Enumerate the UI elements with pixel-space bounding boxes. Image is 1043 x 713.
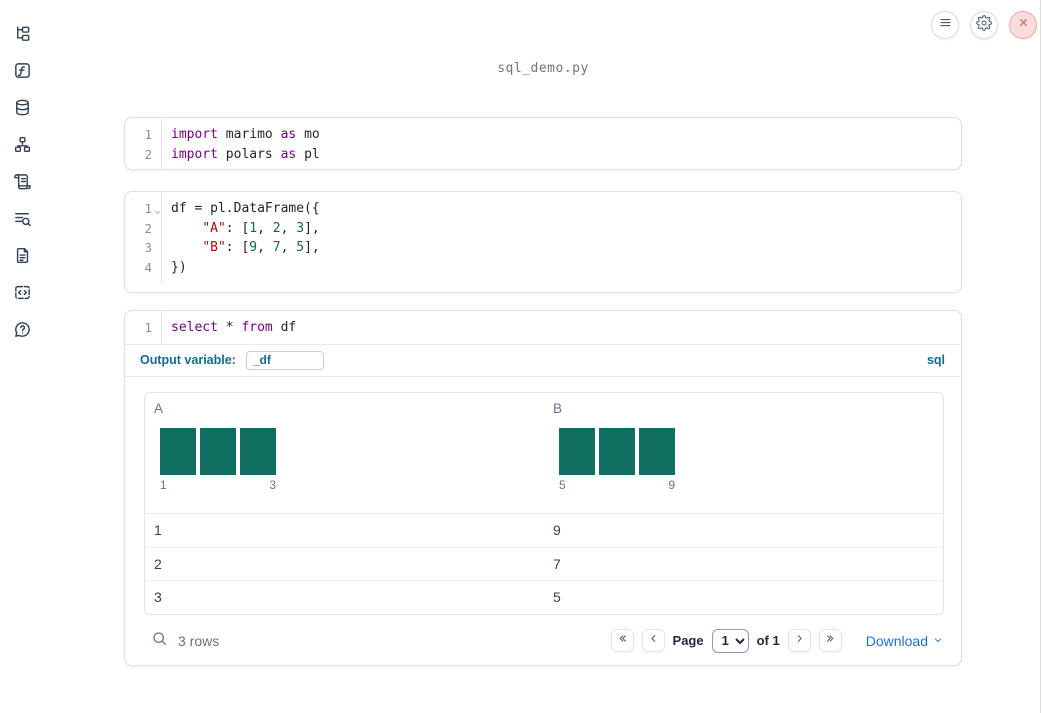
line-number: 1 [125, 199, 161, 219]
sidebar-item-file-tree[interactable] [12, 23, 32, 43]
code-line[interactable]: 3 "B": [9, 7, 5], [125, 238, 961, 258]
scrollbar-track[interactable] [1040, 0, 1041, 713]
histogram-bar [160, 427, 196, 475]
table-cell: 7 [553, 555, 561, 572]
table-column-A: A13 [145, 393, 544, 513]
table-body: 192735 [145, 514, 943, 613]
table-row[interactable]: 27 [145, 546, 943, 580]
cell-output-area: A13B59 192735 3 rows Page 1 of 1 Downloa… [125, 377, 961, 665]
column-header-label[interactable]: A [154, 401, 544, 416]
histogram-bar [240, 427, 276, 475]
code-line[interactable]: 4}) [125, 258, 961, 278]
code-editor[interactable]: 1 df = pl.DataFrame({2 "A": [1, 2, 3], 3 "… [125, 192, 961, 283]
chevrons-left-icon [616, 632, 629, 650]
sidebar-item-database[interactable] [12, 97, 32, 117]
chevron-down-icon [932, 633, 944, 649]
code-editor[interactable]: 1 import marimo as mo 2 import polars as pl [125, 118, 961, 170]
sidebar-item-snippets[interactable] [12, 282, 32, 302]
sidebar-item-document[interactable] [12, 245, 32, 265]
settings-button[interactable] [970, 11, 998, 39]
histogram-max-label: 9 [668, 477, 675, 492]
code-line[interactable]: 1 select * from df [125, 318, 961, 338]
close-icon [1017, 16, 1030, 34]
sidebar-item-dependency-graph[interactable] [12, 134, 32, 154]
output-variable-input[interactable] [245, 350, 324, 370]
column-histogram[interactable]: 13 [160, 427, 276, 492]
page-of-label: of 1 [756, 633, 780, 648]
sql-cell[interactable]: 1select * from df Output variable: sql A… [124, 310, 962, 666]
last-page-button[interactable] [818, 629, 842, 652]
histogram-bar [200, 427, 236, 475]
line-number: 1 [144, 320, 152, 335]
table-cell: 5 [553, 588, 561, 605]
table-row[interactable]: 35 [145, 579, 943, 613]
column-histogram[interactable]: 59 [559, 427, 675, 492]
sql-editor[interactable]: 1 select * from df [125, 311, 961, 344]
table-column-B: B59 [544, 393, 943, 513]
histogram-bar [639, 427, 675, 475]
table-row[interactable]: 19 [145, 514, 943, 547]
histogram-max-label: 3 [269, 477, 276, 492]
sidebar-item-function[interactable] [12, 60, 32, 80]
next-page-button[interactable] [787, 629, 811, 652]
histogram-min-label: 5 [559, 477, 566, 492]
menu-icon [938, 15, 953, 35]
language-badge: sql [926, 353, 945, 367]
output-variable-row: Output variable: sql [125, 343, 961, 377]
line-number: 3 [144, 240, 152, 255]
code-line[interactable]: 2 import polars as pl [125, 145, 961, 165]
chevron-left-icon [647, 632, 660, 650]
histogram-bar [599, 427, 635, 475]
shutdown-button[interactable] [1009, 11, 1037, 39]
table-header: A13B59 [145, 393, 943, 514]
search-icon[interactable] [151, 630, 168, 652]
chevron-right-icon [793, 632, 806, 650]
pagination: Page 1 of 1 Download [610, 628, 944, 653]
row-count: 3 rows [178, 632, 220, 649]
code-line[interactable]: 2 "A": [1, 2, 3], [125, 219, 961, 239]
column-header-label[interactable]: B [553, 401, 943, 416]
code-cell-imports[interactable]: 1 import marimo as mo 2 import polars as pl [124, 117, 962, 170]
code-line[interactable]: 1 import marimo as mo [125, 125, 961, 145]
chevrons-right-icon [824, 632, 837, 650]
sidebar [0, 0, 44, 713]
download-label: Download [865, 632, 928, 649]
code-line[interactable]: 1 df = pl.DataFrame({ [125, 199, 961, 219]
page-label: Page [672, 633, 704, 648]
line-number: 1 [144, 127, 152, 142]
sidebar-item-logs-search[interactable] [12, 208, 32, 228]
notebook-menu-button[interactable] [931, 11, 959, 39]
code-cell-dataframe[interactable]: 1 df = pl.DataFrame({2 "A": [1, 2, 3], 3 "… [124, 191, 962, 293]
prev-page-button[interactable] [641, 629, 665, 652]
gear-icon [976, 14, 992, 36]
line-number: 2 [144, 220, 152, 236]
sidebar-item-help[interactable] [12, 319, 32, 339]
output-variable-label: Output variable: [140, 353, 236, 367]
table-cell: 9 [553, 522, 561, 538]
table-cell: 1 [154, 522, 162, 538]
marimo-app: sql_demo.py 1 import marimo as mo 2 import … [0, 0, 1043, 713]
notebook-filename[interactable]: sql_demo.py [124, 61, 962, 76]
histogram-min-label: 1 [160, 477, 167, 492]
download-button[interactable]: Download [866, 633, 944, 649]
table-cell: 3 [154, 588, 162, 605]
first-page-button[interactable] [610, 629, 634, 652]
sidebar-item-scroll[interactable] [12, 171, 32, 191]
line-number: 2 [144, 146, 152, 162]
page-select[interactable]: 1 [711, 628, 749, 653]
histogram-bar [559, 427, 595, 475]
result-table: A13B59 192735 [144, 391, 944, 615]
table-cell: 2 [154, 555, 162, 572]
line-number: 4 [144, 259, 152, 275]
topbar-controls [931, 11, 1037, 39]
table-footer: 3 rows Page 1 of 1 Download [144, 623, 944, 659]
